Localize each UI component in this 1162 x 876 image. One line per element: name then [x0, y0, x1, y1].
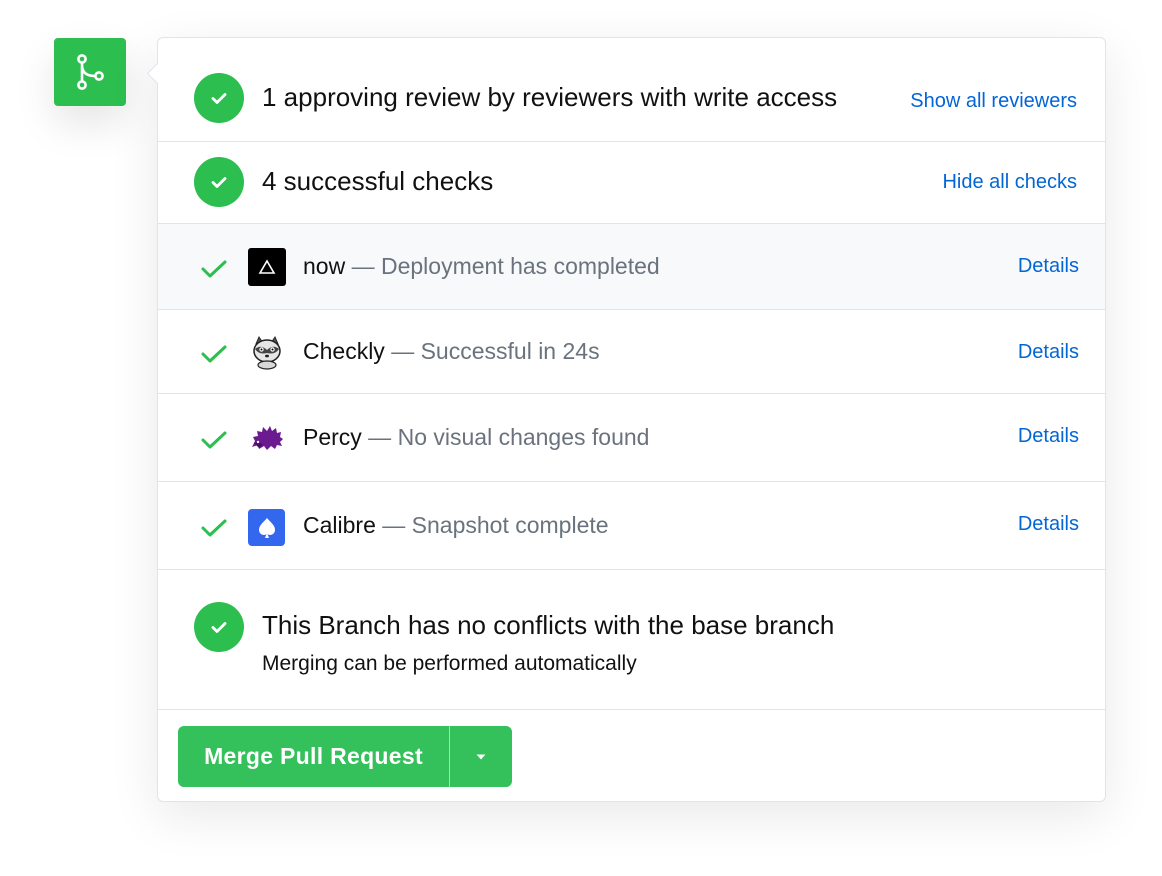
git-merge-icon: [77, 54, 104, 90]
now-logo-icon: [248, 248, 286, 286]
check-label: Calibre — Snapshot complete: [303, 512, 609, 539]
separator: —: [384, 338, 421, 364]
hide-all-checks-link[interactable]: Hide all checks: [942, 171, 1077, 194]
check-icon: [201, 431, 227, 449]
merge-options-dropdown[interactable]: [450, 726, 512, 787]
separator: —: [361, 424, 398, 450]
show-all-reviewers-link[interactable]: Show all reviewers: [910, 90, 1077, 113]
calibre-spade-icon: [248, 509, 285, 546]
service-name: Percy: [303, 424, 362, 450]
check-row-checkly: Checkly — Successful in 24s Details: [158, 310, 1105, 394]
check-icon: [201, 260, 227, 278]
git-merge-icon-badge: [54, 38, 126, 106]
check-description: Successful in 24s: [420, 338, 600, 364]
review-title: 1 approving review by reviewers with wri…: [262, 82, 838, 112]
check-row-percy: Percy — No visual changes found Details: [158, 394, 1105, 482]
check-label: Percy — No visual changes found: [303, 424, 649, 451]
check-circle-icon: [194, 157, 244, 207]
checks-summary-title: 4 successful checks: [262, 166, 494, 196]
service-name: now: [303, 253, 346, 279]
check-label: Checkly — Successful in 24s: [303, 338, 600, 365]
check-label: now — Deployment has completed: [303, 253, 660, 280]
service-name: Checkly: [303, 338, 385, 364]
details-link-calibre[interactable]: Details: [1018, 513, 1079, 536]
caret-down-icon: [476, 754, 486, 759]
check-circle-icon: [194, 602, 244, 652]
check-row-calibre: Calibre — Snapshot complete Details: [158, 482, 1105, 570]
details-link-percy[interactable]: Details: [1018, 425, 1079, 448]
percy-hedgehog-icon: [248, 419, 286, 457]
merge-pull-request-button[interactable]: Merge Pull Request: [178, 726, 449, 787]
separator: —: [375, 512, 412, 538]
check-description: Snapshot complete: [411, 512, 609, 538]
check-row-now: now — Deployment has completed Details: [158, 224, 1105, 310]
review-row: 1 approving review by reviewers with wri…: [158, 38, 1105, 142]
check-description: Deployment has completed: [380, 253, 660, 279]
check-circle-icon: [194, 73, 244, 123]
details-link-now[interactable]: Details: [1018, 255, 1079, 278]
service-name: Calibre: [303, 512, 376, 538]
merge-button-group: Merge Pull Request: [178, 726, 512, 787]
check-icon: [201, 345, 227, 363]
checks-summary-row: 4 successful checks Hide all checks: [158, 142, 1105, 224]
checkly-raccoon-icon: [248, 333, 286, 371]
separator: —: [345, 253, 381, 279]
details-link-checkly[interactable]: Details: [1018, 341, 1079, 364]
check-description: No visual changes found: [397, 424, 650, 450]
merge-status-panel: 1 approving review by reviewers with wri…: [146, 37, 1106, 802]
branch-status-subtitle: Merging can be performed automatically: [262, 652, 637, 675]
check-icon: [201, 519, 227, 537]
branch-status-title: This Branch has no conflicts with the ba…: [262, 610, 835, 640]
branch-status-row: This Branch has no conflicts with the ba…: [158, 570, 1105, 710]
